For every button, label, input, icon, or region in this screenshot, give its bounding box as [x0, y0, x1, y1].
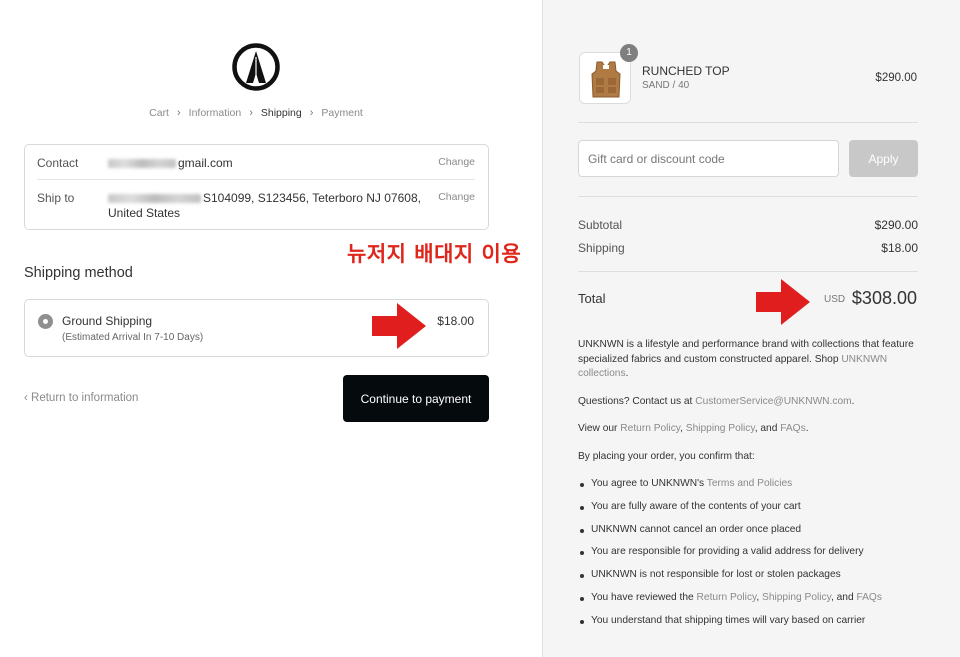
subtotal-label: Subtotal: [578, 218, 623, 232]
ship-to-value: S104099, S123456, Teterboro NJ 07608, Uni…: [108, 191, 421, 221]
annotation-text: 뉴저지 배대지 이용: [347, 242, 522, 266]
and-text: , and: [754, 423, 781, 434]
shipping-policy-link[interactable]: Shipping Policy: [686, 423, 755, 434]
chevron-right-icon: ›: [309, 107, 314, 119]
discount-code-input[interactable]: [578, 140, 839, 177]
list-item: UNKNWN is not responsible for lost or st…: [578, 568, 918, 591]
red-arrow-icon: [756, 279, 810, 325]
breadcrumb: Cart › Information › Shipping › Payment: [0, 107, 512, 119]
divider: [578, 196, 918, 197]
faqs-link[interactable]: FAQs: [780, 423, 805, 434]
bullet-reviewed-text: You have reviewed the: [591, 591, 697, 603]
list-item: UNKNWN cannot cancel an order once place…: [578, 523, 918, 546]
blurred-email: [108, 159, 176, 169]
ship-to-address-line2: United States: [108, 206, 181, 220]
change-address-link[interactable]: Change: [438, 191, 475, 203]
about-paragraph: UNKNWN is a lifestyle and performance br…: [578, 339, 914, 379]
confirm-list: You agree to UNKNWN's Terms and Policies…: [578, 477, 918, 637]
product-price: $290.00: [875, 72, 917, 84]
chevron-right-icon: ›: [176, 107, 181, 119]
shipping-label: Shipping: [578, 241, 625, 255]
return-to-information-link[interactable]: ‹ Return to information: [24, 392, 138, 404]
shipping-policy-link[interactable]: Shipping Policy: [762, 592, 831, 603]
confirm-paragraph: By placing your order, you confirm that:: [578, 450, 755, 462]
total-currency: USD: [824, 294, 846, 305]
shipping-method-eta: (Estimated Arrival In 7-10 Days): [62, 332, 204, 343]
brand-logo-icon[interactable]: [232, 43, 280, 91]
subtotal-row: Subtotal $290.00: [578, 218, 918, 232]
total-amount: $308.00: [851, 288, 917, 308]
divider: [578, 271, 918, 272]
ship-to-address-line1: S104099, S123456, Teterboro NJ 07608,: [203, 191, 421, 205]
and-text: , and: [830, 591, 857, 603]
ship-to-label: Ship to: [37, 191, 75, 205]
chevron-right-icon: ›: [249, 107, 253, 119]
checkout-main: Cart › Information › Shipping › Payment …: [0, 0, 542, 657]
ship-to-row: Ship to S104099, S123456, Teterboro NJ 0…: [37, 191, 475, 225]
contact-row: Contact gmail.com Change: [37, 156, 475, 180]
customer-service-email-link[interactable]: CustomerService@UNKNWN.com: [695, 396, 851, 407]
contact-label: Contact: [37, 156, 79, 170]
shipping-row: Shipping $18.00: [578, 241, 918, 255]
list-item: You agree to UNKNWN's Terms and Policies: [578, 477, 918, 500]
radio-selected-icon[interactable]: [38, 314, 53, 329]
shipping-method-title: Shipping method: [24, 265, 133, 281]
continue-to-payment-button[interactable]: Continue to payment: [343, 375, 489, 422]
quantity-badge: 1: [620, 44, 638, 62]
breadcrumb-shipping: Shipping: [260, 107, 302, 119]
bullet-terms-text: You agree to UNKNWN's: [591, 478, 707, 489]
contact-value: gmail.com: [108, 156, 233, 171]
list-item: You understand that shipping times will …: [578, 614, 918, 637]
breadcrumb-cart[interactable]: Cart: [149, 107, 169, 119]
apply-discount-button[interactable]: Apply: [849, 140, 918, 177]
contact-email-domain: gmail.com: [178, 156, 233, 170]
policies-paragraph: View our Return Policy, Shipping Policy,…: [578, 423, 809, 434]
return-to-information-label: Return to information: [31, 392, 139, 404]
terms-and-policies-link[interactable]: Terms and Policies: [707, 478, 793, 489]
total-label: Total: [578, 291, 606, 306]
list-item: You have reviewed the Return Policy, Shi…: [578, 591, 918, 614]
shipping-value: $18.00: [881, 241, 918, 255]
breadcrumb-payment: Payment: [321, 107, 363, 119]
questions-text: Questions? Contact us at: [578, 395, 696, 407]
shipping-method-price: $18.00: [437, 314, 474, 328]
chevron-left-icon: ‹: [24, 392, 32, 404]
subtotal-value: $290.00: [874, 218, 918, 232]
return-policy-link[interactable]: Return Policy: [620, 423, 680, 434]
faqs-link[interactable]: FAQs: [856, 592, 881, 603]
review-info-box: Contact gmail.com Change Ship to S104099…: [24, 144, 489, 230]
order-notes: UNKNWN is a lifestyle and performance br…: [578, 338, 918, 637]
breadcrumb-information[interactable]: Information: [189, 107, 242, 119]
product-variant: SAND / 40: [642, 80, 690, 91]
divider: [578, 122, 918, 123]
red-arrow-icon: [372, 303, 426, 349]
view-our-text: View our: [578, 423, 621, 434]
return-policy-link[interactable]: Return Policy: [697, 592, 757, 603]
list-item: You are responsible for providing a vali…: [578, 545, 918, 568]
questions-paragraph: Questions? Contact us at CustomerService…: [578, 395, 855, 407]
blurred-address: [108, 194, 201, 204]
list-item: You are fully aware of the contents of y…: [578, 500, 918, 523]
order-summary: 1 RUNCHED TOP SAND / 40 $290.00 Apply Su…: [542, 0, 960, 657]
shipping-method-name: Ground Shipping: [62, 314, 153, 328]
product-name: RUNCHED TOP: [642, 64, 730, 78]
change-contact-link[interactable]: Change: [438, 156, 475, 168]
